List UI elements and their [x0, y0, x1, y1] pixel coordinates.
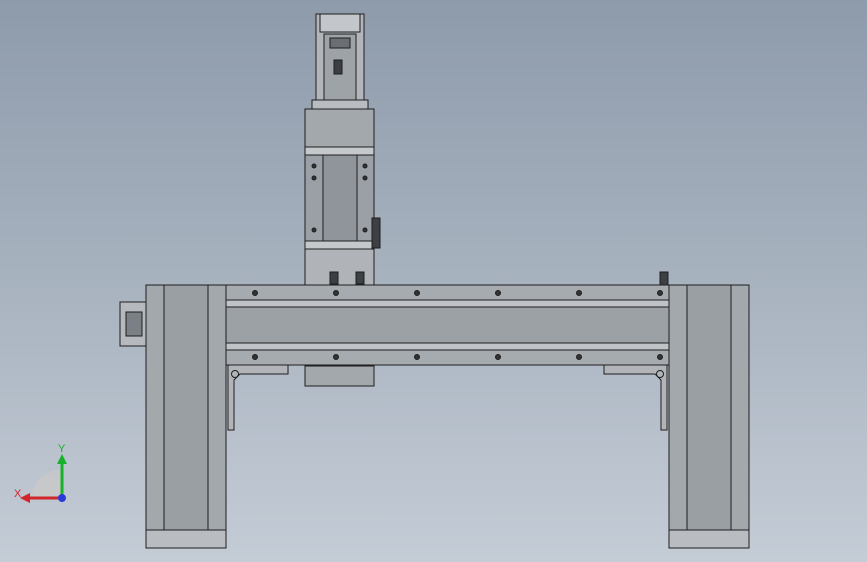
cad-model-viewport[interactable] — [0, 0, 867, 562]
coordinate-triad: X Y — [14, 443, 67, 503]
y-axis-label: Y — [58, 443, 66, 455]
x-axis-arrowhead — [20, 493, 30, 503]
right-gusset-bracket — [603, 364, 668, 431]
gantry-assembly — [119, 13, 750, 549]
z-axis-point — [58, 494, 66, 502]
y-axis-arrowhead — [57, 454, 67, 464]
left-support-leg — [119, 284, 227, 549]
right-support-leg — [659, 271, 750, 549]
x-axis-label: X — [14, 488, 22, 500]
triad-plane-indicator — [31, 469, 62, 498]
left-gusset-bracket — [227, 364, 289, 431]
z-axis-motor — [311, 13, 369, 111]
x-axis-beam — [225, 284, 670, 366]
